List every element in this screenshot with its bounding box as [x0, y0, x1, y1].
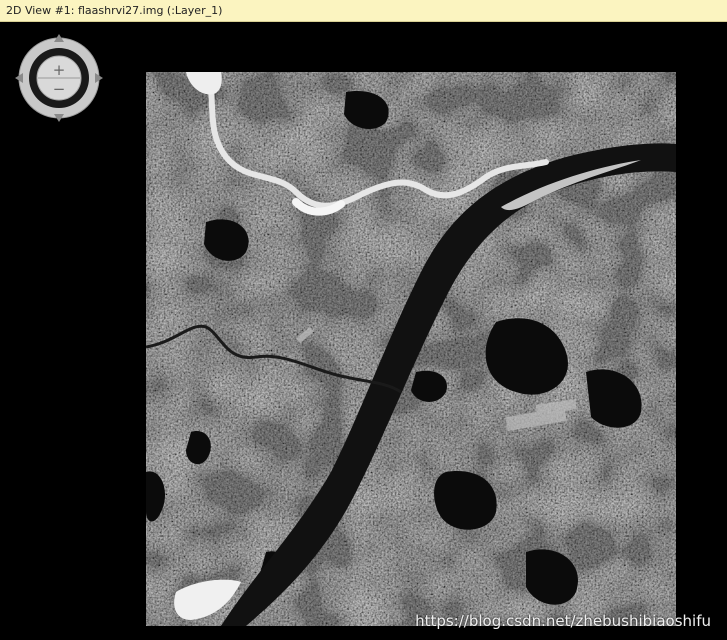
- watermark-url: https://blog.csdn.net/zhebushibiaoshifu: [415, 612, 711, 630]
- zoom-in-button[interactable]: +: [53, 61, 66, 79]
- view-title: 2D View #1: flaashrvi27.img (:Layer_1): [6, 4, 223, 17]
- image-viewport[interactable]: + − https://blog.csdn.net/zhebushibiaosh…: [0, 22, 727, 640]
- navigation-widget[interactable]: + −: [14, 32, 104, 124]
- zoom-out-button[interactable]: −: [53, 80, 66, 98]
- view-title-bar: 2D View #1: flaashrvi27.img (:Layer_1): [0, 0, 727, 22]
- satellite-image[interactable]: [146, 72, 676, 626]
